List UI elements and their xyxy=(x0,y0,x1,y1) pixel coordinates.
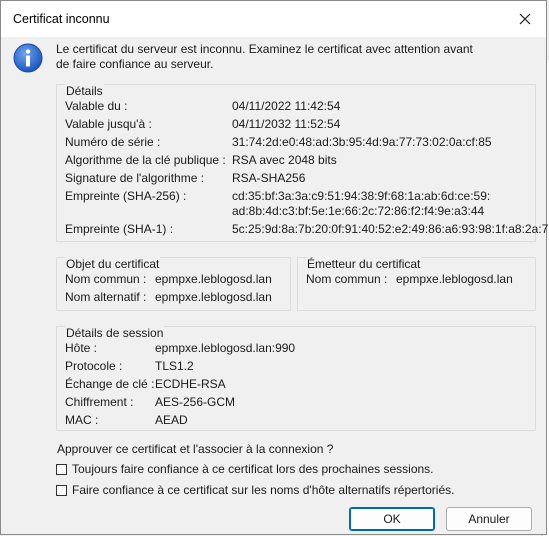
cipher-label: Chiffrement : xyxy=(65,395,134,409)
certificate-dialog: Certificat inconnu Le certificat du serv… xyxy=(0,0,549,535)
serial-number-value: 31:74:2d:e0:48:ad:3b:95:4d:9a:77:73:02:0… xyxy=(232,135,492,149)
info-icon xyxy=(13,43,43,73)
sha1-label: Empreinte (SHA-1) : xyxy=(65,222,174,236)
subject-common-name-label: Nom commun : xyxy=(65,272,147,286)
dialog-title: Certificat inconnu xyxy=(13,12,110,26)
details-legend: Détails xyxy=(65,84,104,98)
cipher-value: AES-256-GCM xyxy=(155,395,236,409)
always-trust-label[interactable]: Toujours faire confiance à ce certificat… xyxy=(72,462,434,476)
approval-question: Approuver ce certificat et l'associer à … xyxy=(57,442,334,456)
trust-alt-names-checkbox[interactable] xyxy=(56,484,67,496)
subject-legend: Objet du certificat xyxy=(65,257,161,271)
signature-algorithm-label: Signature de l'algorithme : xyxy=(65,171,205,185)
issuer-common-name-value: epmpxe.leblogosd.lan xyxy=(396,272,513,286)
key-exchange-value: ECDHE-RSA xyxy=(155,377,226,391)
trust-alt-names-label[interactable]: Faire confiance à ce certificat sur les … xyxy=(72,483,454,497)
sha1-value: 5c:25:9d:8a:7b:20:0f:91:40:52:e2:49:86:a… xyxy=(232,222,549,236)
cancel-button[interactable]: Annuler xyxy=(446,507,532,531)
subject-common-name-value: epmpxe.leblogosd.lan xyxy=(155,272,272,286)
always-trust-checkbox[interactable] xyxy=(56,463,67,475)
mac-label: MAC : xyxy=(65,413,99,427)
always-trust-checkbox-row[interactable]: Toujours faire confiance à ce certificat… xyxy=(56,462,434,476)
trust-alt-names-checkbox-row[interactable]: Faire confiance à ce certificat sur les … xyxy=(56,483,454,497)
sha256-value-line-1: cd:35:bf:3a:3a:c9:51:94:38:9f:68:1a:ab:6… xyxy=(232,189,491,203)
subject-group: Objet du certificat Nom commun : epmpxe.… xyxy=(56,257,291,311)
close-button[interactable] xyxy=(510,5,540,33)
public-key-algorithm-label: Algorithme de la clé publique : xyxy=(65,153,226,167)
valid-until-label: Valable jusqu'à : xyxy=(65,117,152,131)
subject-alt-name-value: epmpxe.leblogosd.lan xyxy=(155,290,272,304)
title-bar: Certificat inconnu xyxy=(1,1,546,37)
close-icon xyxy=(519,13,531,25)
issuer-legend: Émetteur du certificat xyxy=(306,257,422,271)
valid-from-value: 04/11/2022 11:42:54 xyxy=(232,99,341,113)
sha256-value-line-2: ad:8b:4d:c3:bf:5e:1e:66:2c:72:86:f2:f4:9… xyxy=(232,204,485,218)
host-value: epmpxe.leblogosd.lan:990 xyxy=(155,341,296,355)
message-line-1: Le certificat du serveur est inconnu. Ex… xyxy=(56,42,473,56)
sha256-label: Empreinte (SHA-256) : xyxy=(65,189,187,203)
key-exchange-label: Échange de clé : xyxy=(65,377,155,391)
session-legend: Détails de session xyxy=(65,326,165,340)
valid-from-label: Valable du : xyxy=(65,99,128,113)
subject-alt-name-label: Nom alternatif : xyxy=(65,290,147,304)
issuer-group: Émetteur du certificat Nom commun : epmp… xyxy=(297,257,536,311)
message-line-2: de faire confiance au serveur. xyxy=(56,57,214,71)
session-details-group: Détails de session Hôte : epmpxe.leblogo… xyxy=(56,326,536,431)
signature-algorithm-value: RSA-SHA256 xyxy=(232,171,306,185)
protocol-label: Protocole : xyxy=(65,359,123,373)
ok-button[interactable]: OK xyxy=(349,507,435,531)
public-key-algorithm-value: RSA avec 2048 bits xyxy=(232,153,337,167)
protocol-value: TLS1.2 xyxy=(155,359,194,373)
details-group: Détails Valable du : 04/11/2022 11:42:54… xyxy=(56,84,549,242)
issuer-common-name-label: Nom commun : xyxy=(306,272,388,286)
serial-number-label: Numéro de série : xyxy=(65,135,161,149)
mac-value: AEAD xyxy=(155,413,188,427)
valid-until-value: 04/11/2032 11:52:54 xyxy=(232,117,341,131)
dialog-message: Le certificat du serveur est inconnu. Ex… xyxy=(56,42,486,72)
host-label: Hôte : xyxy=(65,341,98,355)
